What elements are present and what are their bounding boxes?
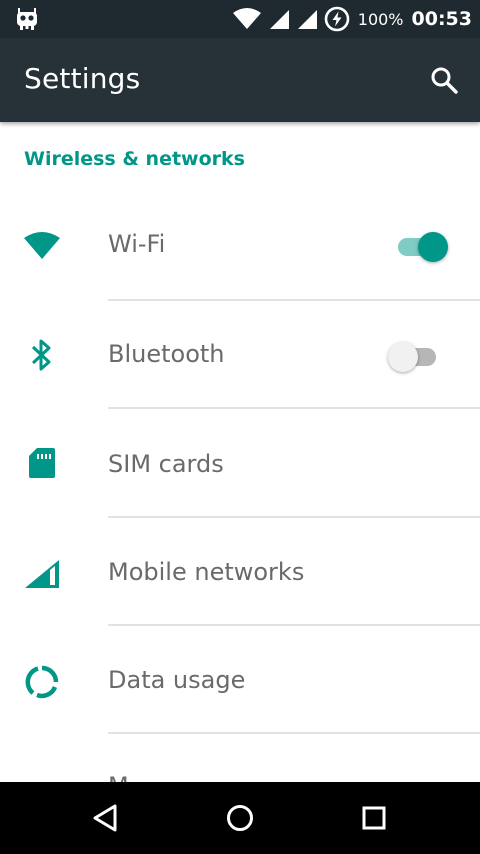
app-bar: Settings: [0, 38, 480, 122]
recents-button[interactable]: [354, 798, 394, 838]
bluetooth-setting[interactable]: Bluetooth: [0, 300, 480, 409]
cell-signal-icon: [269, 10, 289, 29]
bluetooth-label: Bluetooth: [108, 340, 225, 368]
search-button[interactable]: [424, 60, 464, 100]
signal-icon: [22, 554, 62, 594]
home-icon: [227, 805, 253, 831]
wifi-label: Wi-Fi: [108, 230, 166, 258]
bluetooth-toggle[interactable]: [388, 338, 442, 374]
back-icon: [93, 804, 117, 832]
data-usage-icon: [22, 662, 62, 702]
sim-cards-label: SIM cards: [108, 450, 224, 478]
cell-signal-icon: [297, 10, 317, 29]
battery-charging-icon: [324, 6, 350, 32]
sim-card-icon: [22, 443, 62, 483]
wifi-icon: [22, 226, 62, 266]
wifi-setting[interactable]: Wi-Fi: [0, 190, 480, 301]
divider: [108, 407, 480, 409]
mobile-networks-setting[interactable]: Mobile networks: [0, 518, 480, 626]
status-bar: 100% 00:53: [0, 0, 480, 38]
more-setting[interactable]: M: [0, 734, 480, 782]
clock: 00:53: [411, 8, 472, 30]
status-icons: 100% 00:53: [232, 0, 472, 38]
navigation-bar: [0, 782, 480, 854]
wifi-signal-icon: [232, 8, 261, 29]
battery-percentage: 100%: [357, 9, 404, 29]
section-header: Wireless & networks: [24, 148, 245, 170]
data-usage-label: Data usage: [108, 666, 246, 694]
back-button[interactable]: [86, 798, 126, 838]
data-usage-setting[interactable]: Data usage: [0, 626, 480, 734]
wifi-toggle[interactable]: [396, 228, 450, 264]
page-title: Settings: [24, 62, 141, 95]
android-notification-icon: [14, 6, 40, 32]
bluetooth-icon: [22, 335, 62, 375]
more-label: M: [108, 772, 129, 782]
mobile-networks-label: Mobile networks: [108, 558, 305, 586]
recents-icon: [362, 806, 386, 830]
home-button[interactable]: [220, 798, 260, 838]
sim-cards-setting[interactable]: SIM cards: [0, 410, 480, 518]
settings-list[interactable]: Wireless & networks Wi-Fi Bluetooth SIM …: [0, 122, 480, 782]
search-icon: [431, 67, 458, 94]
